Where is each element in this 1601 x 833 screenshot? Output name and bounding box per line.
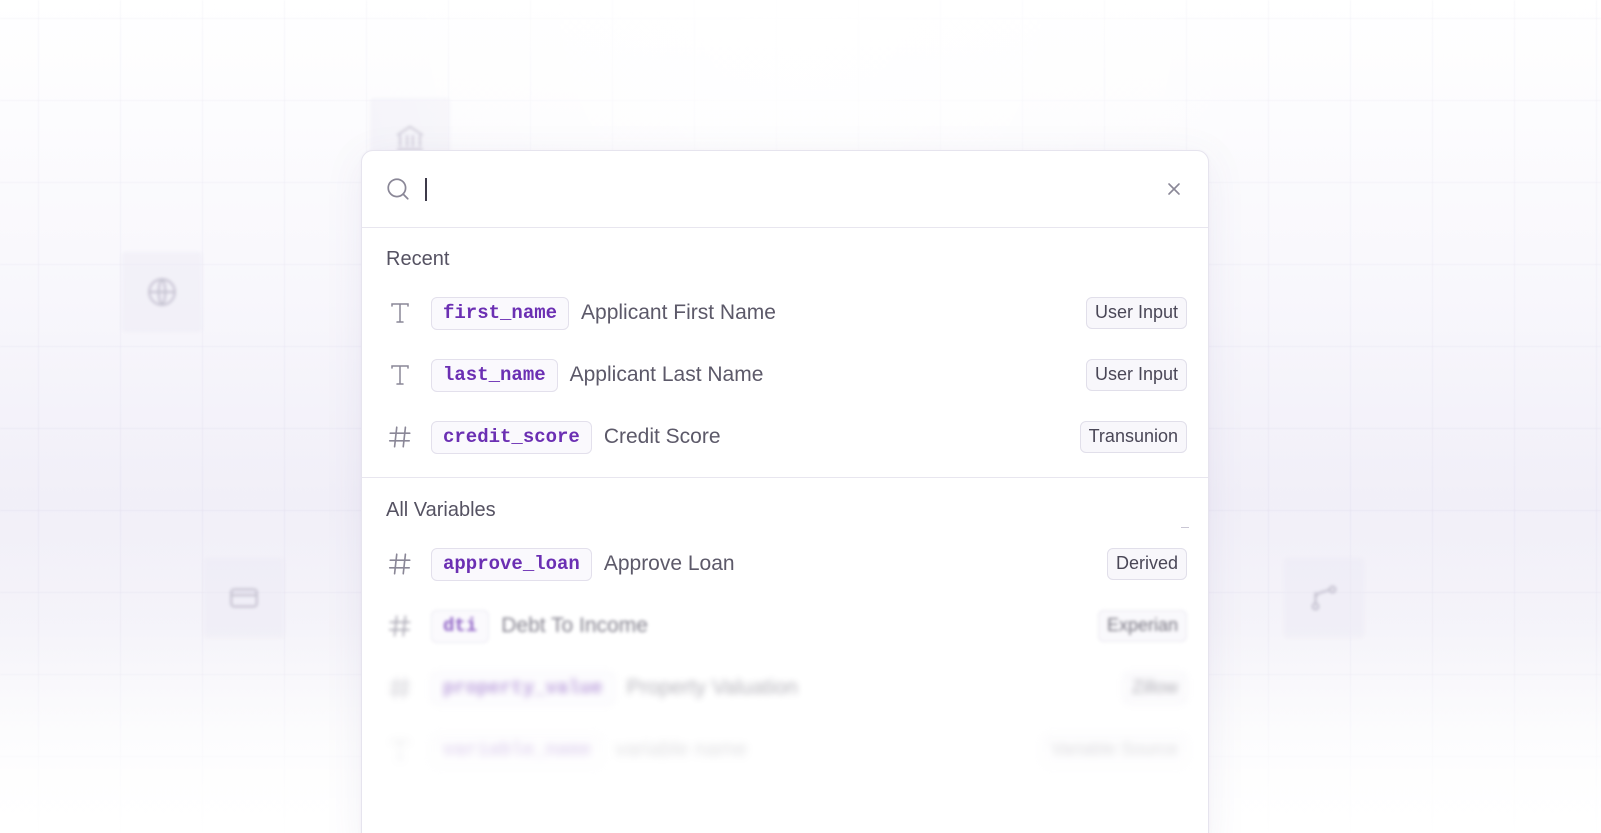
variable-row[interactable]: dti Debt To Income Experian [362,595,1208,657]
all-variables-section: All Variables approve_loan Approve Loan … [362,478,1208,781]
variable-name-chip: last_name [431,358,558,392]
section-title-all-variables: All Variables [386,499,496,521]
variable-row[interactable]: property_value Property Valuation Zillow [362,657,1208,719]
search-input[interactable] [424,168,1162,210]
close-icon[interactable] [1162,177,1186,201]
text-type-icon [386,736,414,764]
number-type-icon [386,423,414,451]
variable-label: Debt To Income [501,614,648,637]
variable-name-chip: approve_loan [431,547,592,581]
search-icon [384,175,412,203]
variable-label: Approve Loan [603,552,735,575]
variable-row[interactable]: approve_loan Approve Loan Derived [362,533,1208,595]
number-type-icon [386,612,414,640]
source-badge: Zillow [1122,672,1187,704]
variable-name-chip: credit_score [431,420,592,454]
number-type-icon [386,674,414,702]
number-type-icon [386,550,414,578]
text-type-icon [386,299,414,327]
source-badge: Transunion [1079,421,1187,453]
variable-label: Property Valuation [626,676,798,699]
source-badge: Derived [1106,548,1187,580]
variable-label: Applicant First Name [581,301,776,324]
source-badge: User Input [1085,359,1187,391]
text-cursor [425,178,427,201]
source-badge: Variable Source [1042,734,1187,766]
source-badge: Experian [1097,610,1187,642]
variable-name-chip: variable_name [431,733,604,767]
variable-row[interactable]: first_name Applicant First Name User Inp… [362,282,1208,344]
section-title-recent: Recent [386,248,450,270]
variable-label: variable name [615,738,748,761]
source-badge: User Input [1085,297,1187,329]
scrollbar[interactable] [1181,527,1189,528]
variable-name-chip: property_value [431,671,615,705]
variable-row[interactable]: variable_name variable name Variable Sou… [362,719,1208,781]
text-type-icon [386,361,414,389]
variable-row[interactable]: last_name Applicant Last Name User Input [362,344,1208,406]
variable-name-chip: first_name [431,296,570,330]
variable-label: Applicant Last Name [569,363,764,386]
search-bar [362,151,1208,228]
variable-label: Credit Score [603,425,721,448]
variable-name-chip: dti [431,609,490,643]
recent-section: Recent first_name Applicant First Name U… [362,228,1208,478]
variable-search-palette: Recent first_name Applicant First Name U… [361,150,1209,833]
variable-row[interactable]: credit_score Credit Score Transunion [362,406,1208,468]
